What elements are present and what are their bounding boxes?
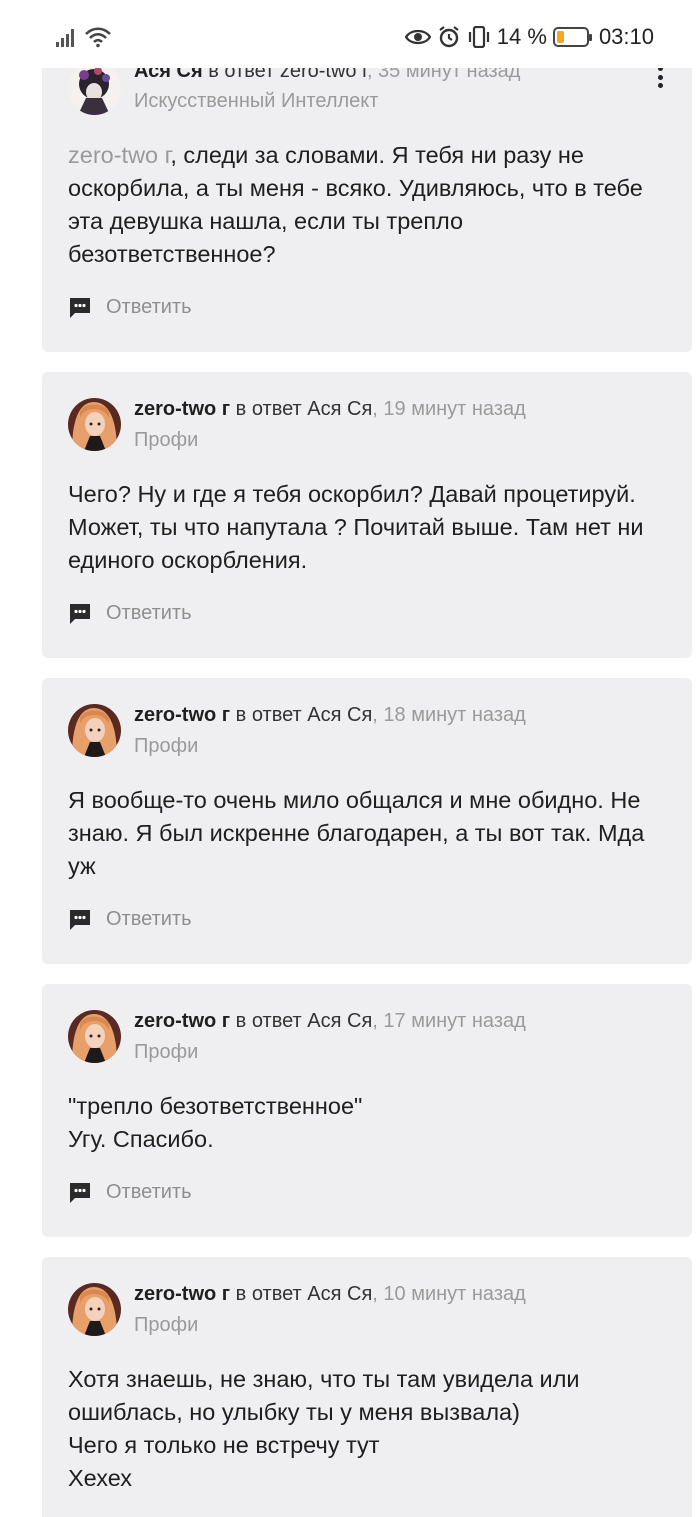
comment-meta: zero-two г в ответ Ася Ся, 17 минут наза… bbox=[134, 1010, 526, 1032]
comment-meta: zero-two г в ответ Ася Ся, 10 минут наза… bbox=[134, 1283, 526, 1305]
text-line: Чего я только не встречу тут bbox=[68, 1432, 380, 1458]
user-rank: Профи bbox=[134, 1041, 199, 1063]
comment-card: zero-two г в ответ Ася Ся, 17 минут наза… bbox=[42, 984, 692, 1237]
reply-label: Ответить bbox=[106, 907, 192, 930]
mention-link[interactable]: zero-two г bbox=[68, 142, 170, 168]
eye-icon bbox=[404, 29, 431, 45]
signal-icon bbox=[56, 29, 74, 47]
more-options-icon[interactable] bbox=[658, 66, 664, 88]
timestamp: , 17 минут назад bbox=[372, 1010, 526, 1032]
comment-icon bbox=[70, 1183, 90, 1203]
reply-label: Ответить bbox=[106, 1180, 192, 1203]
reply-to-link[interactable]: Ася Ся bbox=[307, 704, 372, 726]
clock: 03:10 bbox=[598, 24, 654, 49]
comment-card: zero-two г в ответ Ася Ся, 10 минут наза… bbox=[42, 1257, 692, 1517]
avatar[interactable] bbox=[68, 704, 121, 757]
comment-icon bbox=[70, 604, 90, 624]
comment-icon bbox=[70, 910, 90, 930]
timestamp: , 10 минут назад bbox=[372, 1283, 526, 1305]
reply-to-link[interactable]: Ася Ся bbox=[307, 1283, 372, 1305]
reply-button[interactable]: Ответить bbox=[68, 1180, 192, 1204]
reply-button[interactable]: Ответить bbox=[68, 295, 192, 319]
author-link[interactable]: zero-two г bbox=[134, 1010, 230, 1032]
user-rank: Профи bbox=[134, 735, 199, 757]
text-line: Хотя знаешь, не знаю, что ты там увидела… bbox=[68, 1366, 580, 1425]
comment-text: Хотя знаешь, не знаю, что ты там увидела… bbox=[68, 1363, 668, 1495]
user-rank: Профи bbox=[134, 429, 199, 451]
comment-text: "трепло безответственное" Угу. Спасибо. bbox=[68, 1090, 668, 1156]
reply-button[interactable]: Ответить bbox=[68, 907, 192, 931]
comment-card: zero-two г в ответ Ася Ся, 19 минут наза… bbox=[42, 372, 692, 658]
reply-label: Ответить bbox=[106, 295, 192, 318]
reply-to-link[interactable]: Ася Ся bbox=[307, 1010, 372, 1032]
avatar[interactable] bbox=[68, 398, 121, 451]
battery-percent: 14 % bbox=[496, 24, 547, 49]
avatar[interactable] bbox=[68, 62, 121, 115]
author-link[interactable]: zero-two г bbox=[134, 704, 230, 726]
author-link[interactable]: zero-two г bbox=[134, 398, 230, 420]
reply-label: Ответить bbox=[106, 601, 192, 624]
comment-card: Ася Ся в ответ zero-two г, 35 минут наза… bbox=[42, 40, 692, 352]
comment-card: zero-two г в ответ Ася Ся, 18 минут наза… bbox=[42, 678, 692, 964]
avatar[interactable] bbox=[68, 1283, 121, 1336]
wifi-icon bbox=[85, 27, 111, 48]
reply-to-link[interactable]: Ася Ся bbox=[307, 398, 372, 420]
comment-text: Чего? Ну и где я тебя оскорбил? Давай пр… bbox=[68, 481, 644, 573]
comments-feed: Ася Ся в ответ zero-two г, 35 минут наза… bbox=[0, 0, 700, 1517]
vibrate-icon bbox=[468, 26, 489, 48]
timestamp: , 18 минут назад bbox=[372, 704, 526, 726]
comment-text: zero-two г, следи за словами. Я тебя ни … bbox=[68, 142, 643, 267]
comment-text: Я вообще-то очень мило общался и мне оби… bbox=[68, 787, 645, 879]
timestamp: , 19 минут назад bbox=[372, 398, 526, 420]
text-line: Угу. Спасибо. bbox=[68, 1126, 214, 1152]
status-bar: 14 % 03:10 bbox=[0, 0, 700, 68]
reply-button[interactable]: Ответить bbox=[68, 601, 192, 625]
author-link[interactable]: zero-two г bbox=[134, 1283, 230, 1305]
comment-icon bbox=[70, 298, 90, 318]
comment-meta: zero-two г в ответ Ася Ся, 19 минут наза… bbox=[134, 398, 526, 420]
text-line: Хехех bbox=[68, 1465, 133, 1491]
battery-icon bbox=[552, 27, 592, 47]
alarm-icon bbox=[439, 26, 459, 48]
text-line: "трепло безответственное" bbox=[68, 1093, 363, 1119]
avatar[interactable] bbox=[68, 1010, 121, 1063]
user-rank: Искусственный Интеллект bbox=[134, 90, 379, 112]
comment-meta: zero-two г в ответ Ася Ся, 18 минут наза… bbox=[134, 704, 526, 726]
user-rank: Профи bbox=[134, 1314, 199, 1336]
